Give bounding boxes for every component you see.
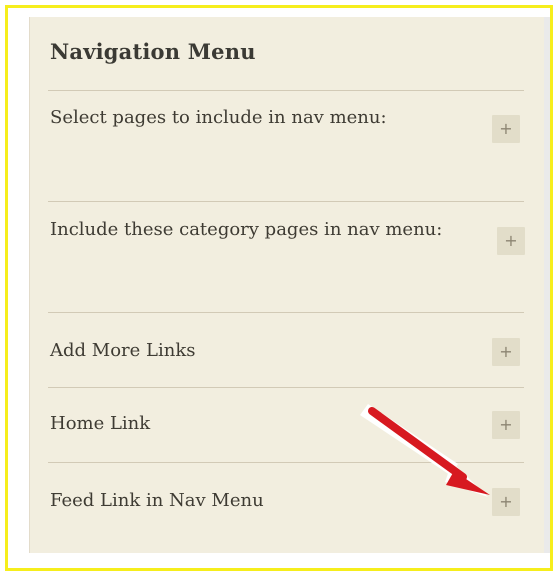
- panel-title: Navigation Menu: [50, 39, 256, 64]
- expand-button[interactable]: +: [492, 488, 520, 516]
- expand-button[interactable]: +: [492, 115, 520, 143]
- nav-item-feed-link[interactable]: Feed Link in Nav Menu +: [48, 485, 526, 516]
- scrollbar[interactable]: [544, 17, 550, 553]
- nav-item-home-link[interactable]: Home Link +: [48, 408, 526, 439]
- nav-item-label: Feed Link in Nav Menu: [50, 490, 264, 511]
- nav-item-add-more-links[interactable]: Add More Links +: [48, 335, 526, 366]
- divider: [48, 462, 524, 463]
- nav-item-category-pages[interactable]: Include these category pages in nav menu…: [48, 214, 526, 284]
- divider: [48, 387, 524, 388]
- expand-button[interactable]: +: [497, 227, 525, 255]
- divider: [48, 312, 524, 313]
- nav-item-select-pages[interactable]: Select pages to include in nav menu: +: [48, 102, 526, 172]
- navigation-menu-panel: Navigation Menu Select pages to include …: [29, 17, 545, 553]
- nav-item-label: Add More Links: [50, 340, 196, 361]
- divider: [48, 90, 524, 91]
- nav-item-label: Include these category pages in nav menu…: [50, 219, 443, 240]
- divider: [48, 201, 524, 202]
- nav-item-label: Home Link: [50, 413, 151, 434]
- nav-item-label: Select pages to include in nav menu:: [50, 107, 387, 128]
- expand-button[interactable]: +: [492, 338, 520, 366]
- expand-button[interactable]: +: [492, 411, 520, 439]
